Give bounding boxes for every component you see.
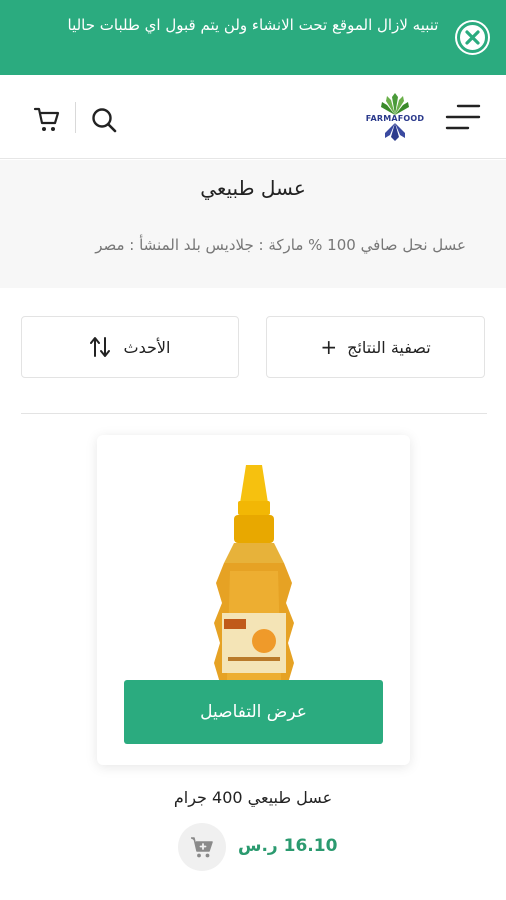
category-header: عسل طبيعي عسل نحل صافي 100 % ماركة : جلا… bbox=[0, 160, 506, 288]
cart-button[interactable] bbox=[32, 104, 62, 134]
search-button[interactable] bbox=[90, 106, 118, 134]
site-header: FARMAFOOD bbox=[0, 75, 506, 159]
header-divider bbox=[75, 102, 76, 133]
page-title: عسل طبيعي bbox=[200, 176, 306, 200]
logo-text: FARMAFOOD bbox=[365, 114, 425, 123]
farmafood-logo[interactable]: FARMAFOOD bbox=[357, 93, 433, 141]
alert-banner-text: تنبيه لازال الموقع تحت الانشاء ولن يتم ق… bbox=[67, 16, 439, 34]
filter-label: تصفية النتائج bbox=[347, 337, 431, 357]
category-description: عسل نحل صافي 100 % ماركة : جلاديس بلد ال… bbox=[95, 236, 466, 254]
cart-icon bbox=[33, 107, 60, 131]
close-banner-button[interactable] bbox=[455, 20, 490, 55]
menu-icon bbox=[445, 104, 481, 130]
close-icon bbox=[457, 22, 488, 53]
sort-button[interactable]: الأحدث bbox=[21, 316, 239, 378]
filter-button[interactable]: تصفية النتائج + bbox=[266, 316, 485, 378]
add-to-cart-button[interactable] bbox=[178, 823, 226, 871]
view-details-button[interactable]: عرض التفاصيل bbox=[124, 680, 383, 744]
section-divider bbox=[21, 413, 487, 414]
product-card[interactable]: عرض التفاصيل bbox=[97, 435, 410, 765]
menu-button[interactable] bbox=[444, 101, 482, 133]
plus-icon: + bbox=[320, 335, 338, 359]
product-name[interactable]: عسل طبيعي 400 جرام bbox=[0, 788, 506, 807]
sort-label: الأحدث bbox=[123, 337, 171, 357]
sort-arrows-icon bbox=[89, 337, 110, 357]
alert-banner: تنبيه لازال الموقع تحت الانشاء ولن يتم ق… bbox=[0, 0, 506, 75]
search-icon bbox=[92, 108, 117, 133]
product-price: 16.10 ر.س bbox=[238, 836, 338, 856]
cart-plus-icon bbox=[191, 837, 213, 858]
